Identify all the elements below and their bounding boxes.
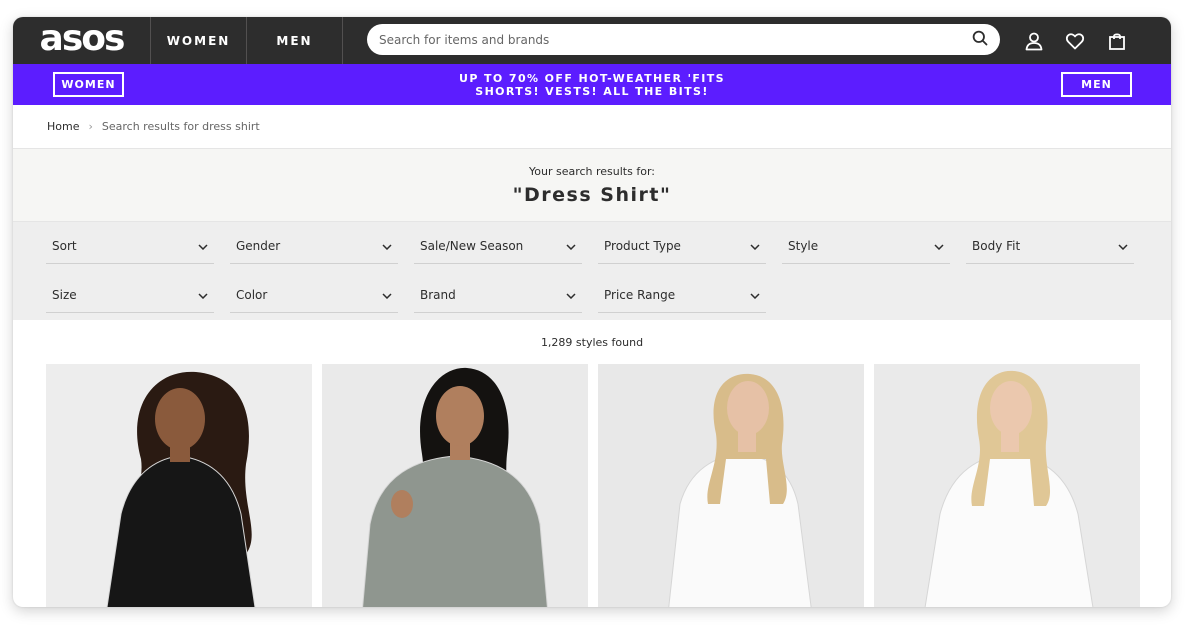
breadcrumb-home[interactable]: Home [47,120,79,133]
filter-label: Price Range [604,288,676,302]
chevron-down-icon [382,239,392,253]
filter-label: Color [236,288,268,302]
filter-color[interactable]: Color [230,278,398,313]
filter-gender[interactable]: Gender [230,229,398,264]
product-card[interactable] [874,364,1140,607]
search-bar [367,24,1000,55]
breadcrumb: Home › Search results for dress shirt [13,105,1171,149]
chevron-down-icon [750,239,760,253]
product-image [598,364,864,607]
search-input[interactable] [379,32,972,47]
filter-label: Gender [236,239,281,253]
top-nav: asos WOMEN MEN [13,17,1171,64]
chevron-down-icon [750,288,760,302]
filter-label: Product Type [604,239,681,253]
account-icon[interactable] [1022,29,1046,53]
product-image [46,364,312,607]
heart-icon[interactable] [1063,29,1087,53]
shopping-bag-icon[interactable] [1105,29,1129,53]
product-grid [13,364,1171,607]
filter-body-fit[interactable]: Body Fit [966,229,1134,264]
nav-women-link[interactable]: WOMEN [151,17,246,64]
search-term: "Dress Shirt" [512,184,672,206]
product-card[interactable] [46,364,312,607]
filter-label: Sale/New Season [420,239,524,253]
promo-text: UP TO 70% OFF HOT-WEATHER 'FITS SHORTS! … [459,72,725,98]
chevron-down-icon [1118,239,1128,253]
product-image [874,364,1140,607]
chevron-down-icon [934,239,944,253]
browser-frame: asos WOMEN MEN WOMEN UP TO 70% OFF HOT-W… [13,17,1171,607]
promo-line-1: UP TO 70% OFF HOT-WEATHER 'FITS [458,71,726,85]
filter-label: Brand [420,288,456,302]
promo-line-2: SHORTS! VESTS! ALL THE BITS! [475,84,709,98]
search-heading: Your search results for: "Dress Shirt" [13,149,1171,222]
filter-sort[interactable]: Sort [46,229,214,264]
filter-style[interactable]: Style [782,229,950,264]
nav-divider [342,17,343,64]
filter-sale-new-season[interactable]: Sale/New Season [414,229,582,264]
product-image [322,364,588,607]
filter-brand[interactable]: Brand [414,278,582,313]
asos-logo[interactable]: asos [13,17,150,64]
chevron-down-icon [198,239,208,253]
promo-banner[interactable]: WOMEN UP TO 70% OFF HOT-WEATHER 'FITS SH… [13,64,1171,105]
chevron-down-icon [566,239,576,253]
product-card[interactable] [322,364,588,607]
filter-bar: Sort Gender Sale/New Season Product Type… [13,222,1171,320]
filter-label: Sort [52,239,77,253]
search-results-label: Your search results for: [528,165,655,178]
chevron-down-icon [382,288,392,302]
filter-label: Style [788,239,819,253]
filter-label: Size [52,288,77,302]
promo-men-button[interactable]: MEN [1061,72,1132,97]
chevron-down-icon [198,288,208,302]
breadcrumb-separator: › [88,120,93,133]
promo-women-button[interactable]: WOMEN [53,72,124,97]
filter-label: Body Fit [972,239,1021,253]
nav-men-link[interactable]: MEN [247,17,342,64]
breadcrumb-current: Search results for dress shirt [101,120,260,133]
product-card[interactable] [598,364,864,607]
results-count: 1,289 styles found [540,336,644,349]
chevron-down-icon [566,288,576,302]
filter-size[interactable]: Size [46,278,214,313]
filter-price-range[interactable]: Price Range [598,278,766,313]
filter-product-type[interactable]: Product Type [598,229,766,264]
search-icon[interactable] [972,30,988,50]
